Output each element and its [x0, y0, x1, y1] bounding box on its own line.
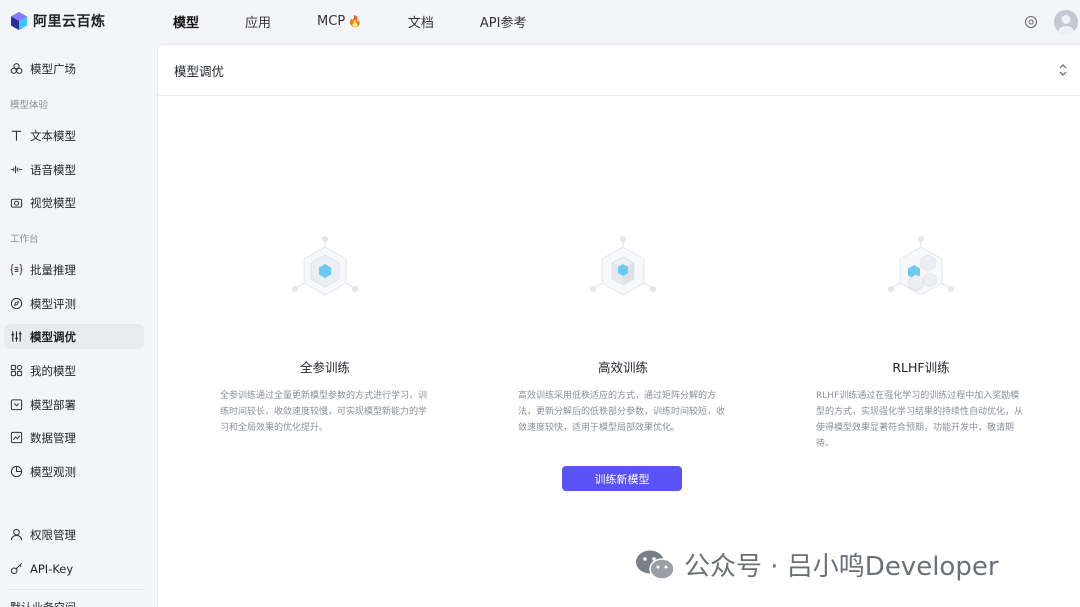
watermark-text: 公众号 · 吕小鸣Developer [684, 552, 999, 582]
sidebar-item-model-square[interactable]: 模型广场 [4, 56, 144, 81]
grid-icon [10, 364, 23, 377]
sidebar-item-label: 模型观测 [30, 464, 76, 479]
nav-item-mcp[interactable]: MCP 🔥 [294, 14, 385, 29]
user-icon [10, 528, 23, 541]
avatar[interactable] [1054, 9, 1078, 34]
card-efficient-training: 高效训练 高效训练采用低秩适应的方式，通过矩阵分解的方法，更新分解后的低秩部分参… [518, 235, 728, 436]
sidebar-item-batch-inference[interactable]: 批量推理 [4, 257, 144, 282]
card-title: 高效训练 [597, 360, 648, 375]
brand-logo-icon [11, 12, 27, 30]
audio-wave-icon [10, 165, 23, 174]
user-avatar-icon [1054, 9, 1078, 34]
sliders-icon [11, 331, 22, 342]
compass-icon [10, 297, 23, 310]
sidebar-item-label: 文本模型 [30, 128, 76, 143]
nav-item-api-reference[interactable]: API参考 [457, 12, 550, 31]
fire-icon: 🔥 [348, 15, 362, 28]
nav-item-apps[interactable]: 应用 [222, 12, 294, 31]
sidebar-item-label: 批量推理 [30, 262, 76, 277]
nav-label: API参考 [479, 16, 527, 31]
card-description: RLHF训练通过在强化学习的训练过程中加入奖励模型的方式，实现强化学习结果的持续… [816, 391, 1024, 449]
sidebar-item-data-management[interactable]: 数据管理 [4, 425, 144, 450]
sidebar-item-label: 我的模型 [30, 363, 76, 378]
efficient-training-illustration-icon [590, 236, 656, 296]
settings-icon[interactable] [1024, 15, 1038, 29]
watermark: 公众号 · 吕小鸣Developer [634, 546, 999, 583]
sidebar-item-model-tuning[interactable]: 模型调优 [4, 324, 144, 349]
nav-label: 文档 [407, 16, 434, 31]
train-new-model-button[interactable]: 训练新模型 [562, 466, 682, 491]
workspace-selector[interactable]: 默认业务空间 [10, 599, 76, 607]
top-bar: 阿里云百炼 模型 应用 MCP 🔥 文档 API参考 [0, 0, 1080, 43]
card-full-training: 全参训练 全参训练通过全量更新模型参数的方式进行学习，训练时间较长，收敛速度较慢… [220, 235, 430, 436]
rlhf-training-illustration-icon [888, 236, 954, 296]
brand-name: 阿里云百炼 [33, 14, 106, 30]
sidebar-item-label: 语音模型 [30, 162, 76, 177]
key-icon [10, 563, 22, 575]
top-right-actions [1024, 0, 1080, 43]
batch-icon [10, 263, 23, 276]
camera-icon [10, 198, 23, 208]
card-rlhf-training: RLHF训练 RLHF训练通过在强化学习的训练过程中加入奖励模型的方式，实现强化… [816, 235, 1026, 452]
nav-item-docs[interactable]: 文档 [385, 12, 457, 31]
sidebar-divider [8, 589, 144, 590]
card-description: 高效训练采用低秩适应的方式，通过矩阵分解的方法，更新分解后的低秩部分参数，训练时… [518, 391, 726, 433]
sidebar-item-model-deployment[interactable]: 模型部署 [4, 392, 144, 417]
card-title: 全参训练 [299, 360, 350, 375]
wechat-icon [636, 550, 675, 580]
sidebar-item-label: 模型广场 [30, 61, 76, 76]
sidebar-item-label: 模型调优 [30, 329, 76, 344]
sidebar-item-api-key[interactable]: API-Key [4, 556, 144, 581]
sidebar: 模型广场 模型体验 文本模型 语音模型 视觉模型 工作台 批量推理 模型评测 模… [0, 43, 156, 607]
sidebar-group-experience: 模型体验 [10, 100, 49, 111]
sidebar-item-speech-model[interactable]: 语音模型 [4, 157, 144, 182]
brand[interactable]: 阿里云百炼 [10, 11, 106, 31]
sidebar-item-permissions[interactable]: 权限管理 [4, 522, 144, 547]
sidebar-item-label: 模型部署 [30, 397, 76, 412]
card-description: 全参训练通过全量更新模型参数的方式进行学习，训练时间较长，收敛速度较慢，可实现模… [220, 391, 428, 433]
page-title: 模型调优 [174, 63, 225, 79]
chart-icon [10, 431, 23, 444]
text-icon [11, 130, 22, 141]
sidebar-group-workbench: 工作台 [10, 234, 39, 245]
sidebar-item-label: 权限管理 [30, 527, 76, 542]
sidebar-item-vision-model[interactable]: 视觉模型 [4, 190, 144, 215]
nav-label: 模型 [173, 16, 200, 31]
nav-label: 应用 [245, 16, 272, 31]
main-panel: 模型调优 全参训练 全参训练通过全量更新模型参数的方式进行学习，训练时间较长，收… [157, 44, 1080, 607]
model-square-icon [10, 63, 23, 74]
sidebar-item-model-evaluation[interactable]: 模型评测 [4, 291, 144, 316]
nav-item-models[interactable]: 模型 [150, 12, 222, 31]
card-title: RLHF训练 [892, 360, 950, 375]
nav-label: MCP [317, 14, 346, 29]
full-training-illustration-icon [292, 236, 358, 296]
sidebar-item-my-models[interactable]: 我的模型 [4, 358, 144, 383]
top-nav: 模型 应用 MCP 🔥 文档 API参考 [150, 0, 549, 43]
sidebar-item-label: 模型评测 [30, 296, 76, 311]
sidebar-item-model-observation[interactable]: 模型观测 [4, 459, 144, 484]
main-header: 模型调优 [158, 45, 1080, 96]
sidebar-item-label: API-Key [30, 561, 74, 576]
sidebar-item-label: 视觉模型 [30, 195, 76, 210]
pie-chart-icon [10, 465, 23, 478]
deploy-icon [10, 399, 23, 411]
sidebar-item-text-model[interactable]: 文本模型 [4, 123, 144, 148]
sidebar-item-label: 数据管理 [30, 430, 76, 445]
expand-collapse-icon[interactable] [1058, 63, 1068, 77]
